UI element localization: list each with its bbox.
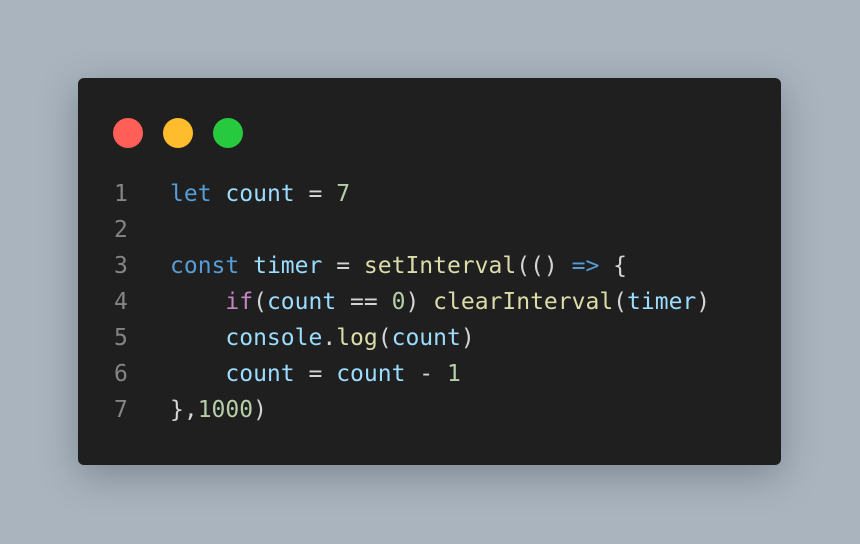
- code-token-operator: ): [460, 325, 475, 351]
- code-token-keyword: =>: [571, 253, 600, 279]
- code-token-operator: [212, 181, 226, 207]
- code-line: 3 const timer = setInterval(() => {: [114, 248, 761, 284]
- code-token-operator: =: [294, 361, 337, 387]
- line-number: 7: [114, 397, 128, 423]
- line-source: const timer = setInterval(() => {: [170, 253, 627, 279]
- code-token-number: 1: [446, 361, 461, 387]
- code-token-operator: ): [405, 289, 434, 315]
- code-line: 1 let count = 7: [114, 176, 761, 212]
- code-line: 2: [114, 212, 761, 248]
- code-token-operator: [170, 325, 225, 351]
- line-number: 6: [114, 361, 128, 387]
- code-token-operator: },: [170, 397, 198, 423]
- line-number: 1: [114, 181, 128, 207]
- code-token-function: setInterval: [363, 253, 517, 279]
- code-token-number: 1000: [197, 397, 254, 423]
- code-token-operator: -: [405, 361, 447, 387]
- code-token-operator: (: [377, 325, 392, 351]
- line-source: },1000): [170, 397, 267, 423]
- code-token-operator: ==: [336, 289, 392, 315]
- code-token-number: 7: [336, 181, 351, 207]
- code-token-operator: ): [253, 397, 267, 423]
- code-line: 6 count = count - 1: [114, 356, 761, 392]
- code-token-variable: count: [225, 361, 295, 387]
- code-token-keyword: const: [170, 253, 240, 279]
- code-token-operator: ((): [516, 253, 572, 279]
- window-controls: [113, 118, 243, 148]
- code-token-operator: [170, 361, 225, 387]
- close-dot[interactable]: [113, 118, 143, 148]
- line-number: 2: [114, 217, 128, 243]
- code-line: 7},1000): [114, 392, 761, 428]
- line-number: 4: [114, 289, 128, 315]
- code-token-operator: (: [253, 289, 267, 315]
- code-token-function: log: [336, 325, 378, 351]
- code-token-number: 0: [391, 289, 406, 315]
- code-token-operator: [239, 253, 253, 279]
- code-token-variable: count: [225, 181, 295, 207]
- code-token-function: clearInterval: [433, 289, 614, 315]
- code-token-variable: count: [391, 325, 461, 351]
- code-token-variable: timer: [253, 253, 323, 279]
- code-token-operator: (: [613, 289, 628, 315]
- code-line: 4 if(count == 0) clearInterval(timer): [114, 284, 761, 320]
- code-token-operator: .: [322, 325, 337, 351]
- code-token-operator: ): [696, 289, 711, 315]
- line-source: let count = 7: [170, 181, 350, 207]
- code-token-control: if: [225, 289, 254, 315]
- line-source: count = count - 1: [170, 361, 461, 387]
- code-token-variable: count: [266, 289, 337, 315]
- code-token-variable: timer: [627, 289, 697, 315]
- code-token-operator: [170, 289, 225, 315]
- code-editor: 1 let count = 7 2 3 const timer = setInterva…: [114, 176, 761, 428]
- code-token-operator: {: [599, 253, 628, 279]
- maximize-dot[interactable]: [213, 118, 243, 148]
- minimize-dot[interactable]: [163, 118, 193, 148]
- line-source: console.log(count): [170, 325, 475, 351]
- code-token-operator: =: [322, 253, 364, 279]
- code-token-operator: =: [294, 181, 337, 207]
- code-token-variable: console: [225, 325, 323, 351]
- line-number: 3: [114, 253, 128, 279]
- code-line: 5 console.log(count): [114, 320, 761, 356]
- line-number: 5: [114, 325, 128, 351]
- code-window: 1 let count = 7 2 3 const timer = setInterva…: [78, 78, 781, 465]
- line-source: if(count == 0) clearInterval(timer): [170, 289, 710, 315]
- code-token-keyword: let: [170, 181, 212, 207]
- code-token-variable: count: [336, 361, 406, 387]
